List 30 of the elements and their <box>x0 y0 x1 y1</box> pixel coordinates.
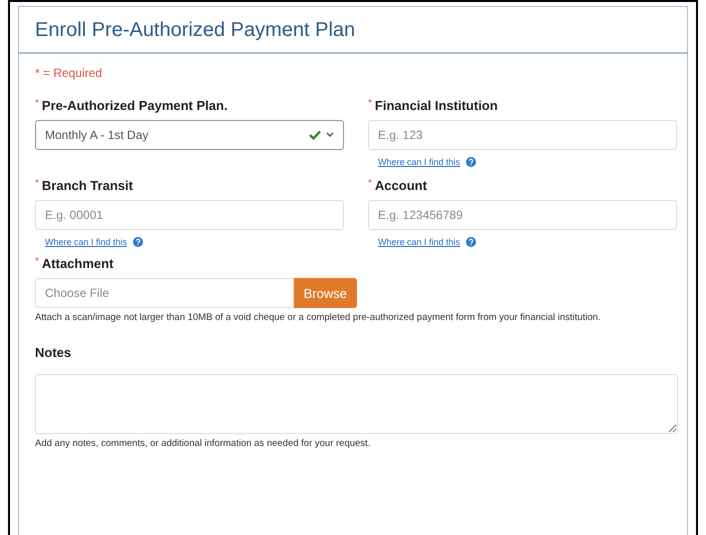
help-link[interactable]: Where can I find this <box>45 237 128 247</box>
chevron-down-icon <box>326 132 334 138</box>
field-label: Account <box>374 178 427 193</box>
required-mark: * <box>35 98 39 109</box>
form-title: Enroll Pre-Authorized Payment Plan <box>35 19 356 42</box>
required-mark: * <box>368 98 372 109</box>
input-field[interactable]: E.g. 00001 <box>35 200 344 230</box>
field-label: Attachment <box>42 256 114 271</box>
help-link[interactable]: Where can I find this <box>378 157 460 167</box>
field-label: Notes <box>35 345 72 360</box>
check-icon <box>309 130 321 140</box>
plan-select[interactable]: Monthly A - 1st Day <box>35 120 344 150</box>
input-field[interactable]: E.g. 123 <box>368 120 677 150</box>
field-label: Pre-Authorized Payment Plan. <box>42 98 228 113</box>
field-label: Financial Institution <box>374 98 498 113</box>
help-icon[interactable] <box>466 157 476 167</box>
file-field[interactable]: Choose File <box>35 278 294 308</box>
required-note: * = Required <box>35 66 104 80</box>
help-icon[interactable] <box>133 237 144 247</box>
notes-hint: Add any notes, comments, or additional information as needed for your request. <box>35 438 372 449</box>
help-icon[interactable] <box>466 237 476 247</box>
field-label: Branch Transit <box>42 178 133 193</box>
browse-button[interactable]: Browse <box>294 278 357 308</box>
required-mark: * <box>35 256 39 267</box>
help-link[interactable]: Where can I find this <box>378 237 460 247</box>
notes-field[interactable] <box>35 374 678 434</box>
required-mark: * <box>35 178 39 189</box>
attachment-hint: Attach a scan/image not larger than 10MB of a void cheque or a completed pre-authorized payment form from your financial institution. <box>35 312 602 323</box>
input-field[interactable]: E.g. 123456789 <box>368 200 677 230</box>
required-mark: * <box>368 178 372 189</box>
